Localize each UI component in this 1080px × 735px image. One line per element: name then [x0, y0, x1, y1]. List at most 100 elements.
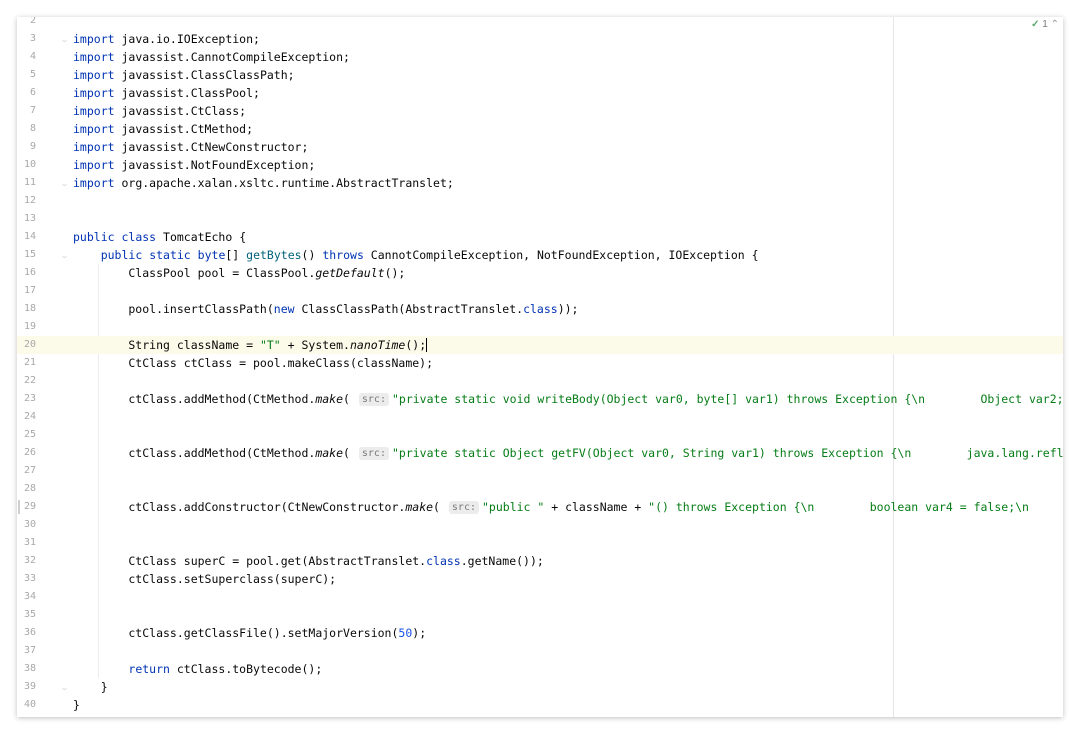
inspection-widget[interactable]: ✓ 1 ⌃: [1031, 18, 1059, 32]
code-line[interactable]: 12: [17, 192, 1063, 210]
code-line[interactable]: 19: [17, 318, 1063, 336]
code-text[interactable]: import javassist.ClassClassPath;: [73, 66, 295, 84]
code-line[interactable]: 3 ⌵ import java.io.IOException;: [17, 30, 1063, 48]
code-line[interactable]: 41: [17, 714, 1063, 717]
line-number: 41: [17, 714, 36, 717]
line-number: 30: [23, 519, 36, 530]
text-caret: [426, 338, 428, 352]
line-number: 20: [23, 339, 36, 350]
line-number: 25: [23, 429, 36, 440]
code-text[interactable]: public class TomcatEcho {: [73, 228, 246, 246]
code-text[interactable]: import javassist.CtNewConstructor;: [73, 138, 308, 156]
code-line[interactable]: 2: [17, 17, 1063, 30]
code-line[interactable]: 6 import javassist.ClassPool;: [17, 84, 1063, 102]
line-number: 6: [29, 87, 36, 98]
line-number: 33: [23, 573, 36, 584]
line-number: 15: [23, 249, 36, 260]
code-line[interactable]: 10 import javassist.NotFoundException;: [17, 156, 1063, 174]
code-editor[interactable]: 2 3 ⌵ import java.io.IOException; 4 import ja…: [17, 17, 1063, 717]
line-number: 18: [23, 303, 36, 314]
code-line[interactable]: 38 return ctClass.toBytecode();: [17, 660, 1063, 678]
line-number: 16: [23, 267, 36, 278]
code-line[interactable]: 35: [17, 606, 1063, 624]
line-number: 32: [23, 555, 36, 566]
code-line[interactable]: 24: [17, 408, 1063, 426]
code-line[interactable]: 15 ⌵ public static byte[] getBytes() thro…: [17, 246, 1063, 264]
line-number: 11: [23, 177, 36, 188]
code-line[interactable]: 40}: [17, 696, 1063, 714]
code-text[interactable]: import java.io.IOException;: [73, 30, 260, 48]
code-line[interactable]: 30: [17, 516, 1063, 534]
line-number: 35: [23, 609, 36, 620]
line-number: 29: [23, 501, 36, 512]
code-text[interactable]: String className = "T" + System.nanoTime…: [73, 336, 428, 354]
code-line[interactable]: 26 ctClass.addMethod(CtMethod.make( src:…: [17, 444, 1063, 462]
inspection-count: 1: [1042, 19, 1048, 30]
code-line[interactable]: 33 ctClass.setSuperclass(superC);: [17, 570, 1063, 588]
line-number: 26: [23, 447, 36, 458]
code-line[interactable]: 32 CtClass superC = pool.get(AbstractTra…: [17, 552, 1063, 570]
code-line[interactable]: 39 ⌵ }: [17, 678, 1063, 696]
code-line[interactable]: 27: [17, 462, 1063, 480]
code-text[interactable]: }: [73, 696, 80, 714]
chevron-up-icon[interactable]: ⌃: [1051, 19, 1059, 30]
code-line[interactable]: 4 import javassist.CannotCompileException…: [17, 48, 1063, 66]
code-line[interactable]: 22: [17, 372, 1063, 390]
code-text[interactable]: ctClass.addMethod(CtMethod.make( src: "pr…: [73, 390, 1063, 408]
code-line[interactable]: 20 String className = "T" + System.nanoT…: [17, 336, 1063, 354]
code-text[interactable]: ctClass.addConstructor(CtNewConstructor.…: [73, 498, 1029, 516]
code-text[interactable]: ctClass.addMethod(CtMethod.make( src: "pr…: [73, 444, 1063, 462]
code-line[interactable]: 8 import javassist.CtMethod;: [17, 120, 1063, 138]
code-text[interactable]: pool.insertClassPath(new ClassClassPath(…: [73, 300, 578, 318]
line-number: 7: [29, 105, 36, 116]
code-line[interactable]: 17: [17, 282, 1063, 300]
code-line[interactable]: 36 ctClass.getClassFile().setMajorVersio…: [17, 624, 1063, 642]
code-text[interactable]: ctClass.setSuperclass(superC);: [73, 570, 336, 588]
code-text[interactable]: return ctClass.toBytecode();: [73, 660, 322, 678]
code-text[interactable]: CtClass superC = pool.get(AbstractTransl…: [73, 552, 543, 570]
code-line[interactable]: 28: [17, 480, 1063, 498]
line-number: 22: [23, 375, 36, 386]
code-line[interactable]: 29 ctClass.addConstructor(CtNewConstruct…: [17, 498, 1063, 516]
line-number: 37: [23, 645, 36, 656]
code-line[interactable]: 13: [17, 210, 1063, 228]
line-number: 40: [23, 699, 36, 710]
code-line[interactable]: 21 CtClass ctClass = pool.makeClass(clas…: [17, 354, 1063, 372]
code-text[interactable]: CtClass ctClass = pool.makeClass(classNa…: [73, 354, 433, 372]
code-text[interactable]: ctClass.getClassFile().setMajorVersion(5…: [73, 624, 426, 642]
code-line[interactable]: 16 ClassPool pool = ClassPool.getDefault…: [17, 264, 1063, 282]
code-line[interactable]: 25: [17, 426, 1063, 444]
line-number: 23: [23, 393, 36, 404]
line-number: 10: [23, 159, 36, 170]
code-line[interactable]: 31: [17, 534, 1063, 552]
code-line[interactable]: 23 ctClass.addMethod(CtMethod.make( src:…: [17, 390, 1063, 408]
line-number: 21: [23, 357, 36, 368]
code-line[interactable]: 7 import javassist.CtClass;: [17, 102, 1063, 120]
code-text[interactable]: import org.apache.xalan.xsltc.runtime.Ab…: [73, 174, 454, 192]
code-line[interactable]: 34: [17, 588, 1063, 606]
code-text[interactable]: import javassist.CtClass;: [73, 102, 246, 120]
fold-icon[interactable]: ⌵: [62, 179, 71, 188]
fold-icon[interactable]: ⌵: [62, 251, 71, 260]
fold-icon[interactable]: ⌵: [62, 683, 71, 692]
code-line[interactable]: 14 public class TomcatEcho {: [17, 228, 1063, 246]
line-number: 12: [23, 195, 36, 206]
line-number: 9: [29, 141, 36, 152]
code-text[interactable]: import javassist.CtMethod;: [73, 120, 253, 138]
code-line[interactable]: 37: [17, 642, 1063, 660]
code-line[interactable]: 9 import javassist.CtNewConstructor;: [17, 138, 1063, 156]
line-number: 39: [23, 681, 36, 692]
line-number: 28: [23, 483, 36, 494]
line-number: 38: [23, 663, 36, 674]
code-text[interactable]: }: [73, 678, 108, 696]
code-text[interactable]: import javassist.ClassPool;: [73, 84, 260, 102]
code-text[interactable]: public static byte[] getBytes() throws C…: [73, 246, 759, 264]
code-text[interactable]: import javassist.NotFoundException;: [73, 156, 315, 174]
code-line[interactable]: 5 import javassist.ClassClassPath;: [17, 66, 1063, 84]
code-text[interactable]: ClassPool pool = ClassPool.getDefault();: [73, 264, 405, 282]
fold-icon[interactable]: ⌵: [62, 35, 71, 44]
code-line[interactable]: 18 pool.insertClassPath(new ClassClassPa…: [17, 300, 1063, 318]
code-line[interactable]: 11 ⌵ import org.apache.xalan.xsltc.runtime…: [17, 174, 1063, 192]
code-text[interactable]: import javassist.CannotCompileException;: [73, 48, 350, 66]
line-number: 5: [29, 69, 36, 80]
